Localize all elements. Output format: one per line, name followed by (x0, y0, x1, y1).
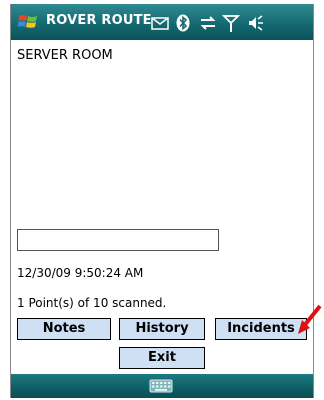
location-label: SERVER ROOM (17, 48, 113, 63)
data-connection-icon[interactable] (198, 13, 218, 33)
notes-button[interactable]: Notes (17, 318, 111, 340)
scan-input[interactable] (17, 229, 219, 251)
volume-icon[interactable] (246, 13, 266, 33)
timestamp-label: 12/30/09 9:50:24 AM (17, 266, 144, 280)
scan-status-label: 1 Point(s) of 10 scanned. (17, 296, 167, 310)
app-title: ROVER ROUTE (46, 13, 152, 28)
device-screen: ROVER ROUTE SERVER ROOM 12/30/09 9:50:24 (10, 4, 314, 398)
mail-icon[interactable] (150, 13, 170, 33)
bluetooth-icon[interactable] (174, 13, 192, 33)
bottom-bar (11, 374, 313, 398)
incidents-button[interactable]: Incidents (215, 318, 307, 340)
history-button[interactable]: History (119, 318, 205, 340)
red-arrow-annotation (298, 304, 322, 334)
windows-start-icon[interactable] (17, 11, 39, 33)
exit-button[interactable]: Exit (119, 347, 205, 369)
keyboard-icon[interactable] (149, 378, 173, 394)
title-bar: ROVER ROUTE (11, 4, 313, 40)
signal-strength-icon[interactable] (222, 13, 240, 33)
